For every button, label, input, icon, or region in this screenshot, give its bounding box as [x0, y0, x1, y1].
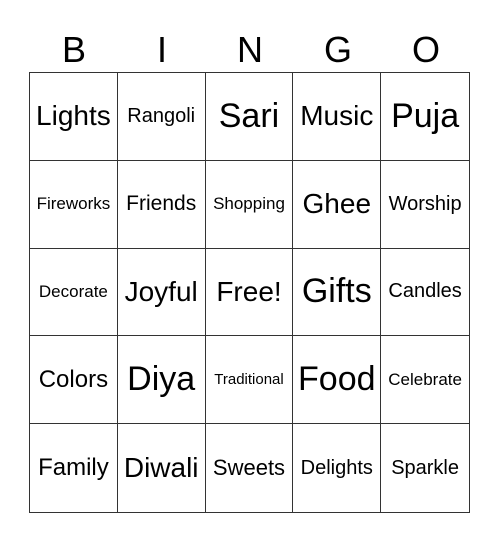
header-letter-n: N: [237, 29, 263, 70]
bingo-cell: Music: [293, 73, 382, 161]
header-letter-o: O: [411, 29, 440, 70]
bingo-cell: Rangoli: [117, 73, 206, 161]
bingo-cell: Food: [293, 336, 382, 425]
bingo-cell: Friends: [117, 160, 206, 249]
bingo-cell: Diwali: [118, 424, 206, 512]
header-letter-b: B: [61, 29, 86, 70]
bingo-cell: Delights: [293, 424, 382, 512]
bingo-cell: Shopping: [205, 160, 294, 249]
header-letter-i: I: [156, 29, 167, 70]
bingo-cell: Worship: [381, 161, 469, 249]
bingo-cell: Joyful: [117, 248, 206, 337]
bingo-cell: Sparkle: [391, 456, 459, 479]
bingo-cell: Diya: [117, 336, 206, 425]
bingo-cell: Candles: [381, 249, 469, 337]
bingo-cell: Celebrate: [381, 336, 469, 425]
bingo-cell: Ghee: [293, 160, 382, 249]
bingo-cell: Gifts: [293, 248, 382, 337]
bingo-cell: Sweets: [206, 424, 294, 512]
bingo-cell: Colors: [30, 336, 118, 425]
bingo-cell: Sari: [205, 73, 294, 161]
bingo-grid: Lights Rangoli Sari Music Puja Fireworks Frien…: [29, 72, 470, 513]
bingo-cell: Lights: [30, 73, 118, 161]
bingo-header: B I N G O: [30, 28, 470, 72]
bingo-cell: Puja: [381, 73, 469, 161]
free-space-cell: Free!: [205, 248, 294, 337]
header-letter-g: G: [323, 29, 352, 70]
bingo-cell: Family: [30, 424, 118, 512]
bingo-cell: Fireworks: [30, 160, 118, 249]
bingo-cell: Decorate: [30, 248, 118, 337]
bingo-cell: Traditional: [205, 336, 294, 425]
